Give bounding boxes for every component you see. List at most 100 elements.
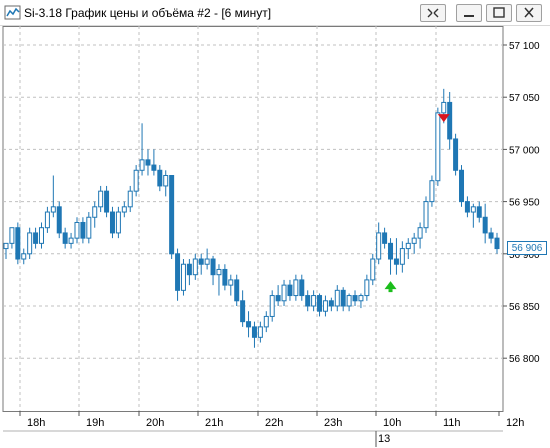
candle-body <box>151 164 157 171</box>
candle-body <box>98 190 104 208</box>
close-icon <box>524 7 534 18</box>
candle-body <box>163 175 169 187</box>
candle-body <box>157 169 163 187</box>
candle-body <box>435 112 441 182</box>
candle-body <box>364 279 370 297</box>
candle-body <box>269 295 275 317</box>
candle-body <box>405 242 411 250</box>
candle-body <box>382 232 388 244</box>
candle-body <box>50 206 56 213</box>
candle-body <box>234 279 240 302</box>
candle-body <box>287 284 293 297</box>
candle-body <box>68 237 74 244</box>
restore-window-button[interactable] <box>420 4 446 22</box>
candle-body <box>399 248 405 265</box>
candle-body <box>441 101 447 114</box>
candle-body <box>104 190 110 213</box>
candle-body <box>376 232 382 260</box>
candle-body <box>257 326 263 338</box>
candle-body <box>33 232 39 244</box>
candle-body <box>476 206 482 218</box>
candle-body <box>352 295 358 302</box>
candle-body <box>80 221 86 239</box>
candle-body <box>186 263 192 276</box>
price-axis-label: 57 100 <box>509 41 540 52</box>
candle-body <box>133 169 139 192</box>
time-axis-label: 18h <box>27 417 45 429</box>
candle-body <box>340 289 346 307</box>
close-button[interactable] <box>516 4 542 22</box>
candle-body <box>275 295 281 302</box>
current-price-label: 56 906 <box>507 240 547 255</box>
price-axis-label: 56 850 <box>509 302 540 313</box>
candle-body <box>246 321 252 328</box>
candle-body <box>139 159 145 171</box>
candle-body <box>423 201 429 229</box>
time-axis-label: 23h <box>324 417 342 429</box>
price-axis-label: 56 950 <box>509 198 540 209</box>
price-chart[interactable]: 57 10057 05057 00056 95056 90056 85056 8… <box>0 26 550 448</box>
candle-body <box>74 221 80 239</box>
candle-body <box>411 237 417 244</box>
candle-body <box>38 227 44 244</box>
candle-body <box>482 216 488 234</box>
restore-window-icon <box>427 8 439 18</box>
time-axis-label: 20h <box>146 417 164 429</box>
buy-signal-stem <box>388 289 393 293</box>
candle-body <box>15 227 21 260</box>
candle-body <box>198 258 204 265</box>
candle-body <box>317 295 323 312</box>
candle-body <box>109 211 115 234</box>
candle-body <box>169 175 175 255</box>
date-label: 13 <box>378 433 390 445</box>
candle-body <box>281 284 287 302</box>
time-axis-label: 10h <box>383 417 401 429</box>
candle-body <box>470 206 476 213</box>
candle-body <box>175 253 181 291</box>
price-axis-label: 57 000 <box>509 145 540 156</box>
candle-body <box>447 101 453 140</box>
candle-body <box>21 253 27 260</box>
candle-body <box>3 242 9 250</box>
time-axis-label: 12h <box>506 417 524 429</box>
candle-body <box>127 190 133 208</box>
candle-body <box>9 227 15 244</box>
candlestick-chart[interactable]: 57 10057 05057 00056 95056 90056 85056 8… <box>0 26 550 448</box>
candle-body <box>299 279 305 297</box>
minimize-icon <box>464 15 474 17</box>
candle-body <box>192 258 198 276</box>
candle-body <box>92 206 98 218</box>
candle-body <box>62 232 68 244</box>
candle-body <box>393 258 399 265</box>
time-axis-label: 22h <box>265 417 283 429</box>
candle-body <box>459 169 465 203</box>
candle-body <box>346 295 352 307</box>
time-axis-label: 21h <box>205 417 223 429</box>
candle-body <box>388 242 394 260</box>
maximize-button[interactable] <box>486 4 512 22</box>
chart-window-icon[interactable] <box>4 5 22 21</box>
candle-body <box>145 159 151 166</box>
candle-body <box>228 279 234 286</box>
candle-body <box>328 300 334 307</box>
candle-body <box>305 295 311 307</box>
candle-body <box>453 138 459 171</box>
time-axis-label: 11h <box>443 417 461 429</box>
candle-body <box>180 263 186 291</box>
candle-body <box>44 211 50 229</box>
candle-body <box>251 326 257 338</box>
candle-body <box>311 295 317 307</box>
candle-body <box>56 206 62 234</box>
candle-body <box>222 268 228 286</box>
price-axis-label: 57 050 <box>509 93 540 104</box>
candle-body <box>494 237 500 250</box>
candle-body <box>86 216 92 239</box>
candle-body <box>370 258 376 281</box>
candle-body <box>204 258 210 265</box>
candle-body <box>488 232 494 239</box>
candle-body <box>429 180 435 203</box>
candle-body <box>322 300 328 312</box>
candle-body <box>216 268 222 276</box>
candle-body <box>464 201 470 213</box>
minimize-button[interactable] <box>456 4 482 22</box>
